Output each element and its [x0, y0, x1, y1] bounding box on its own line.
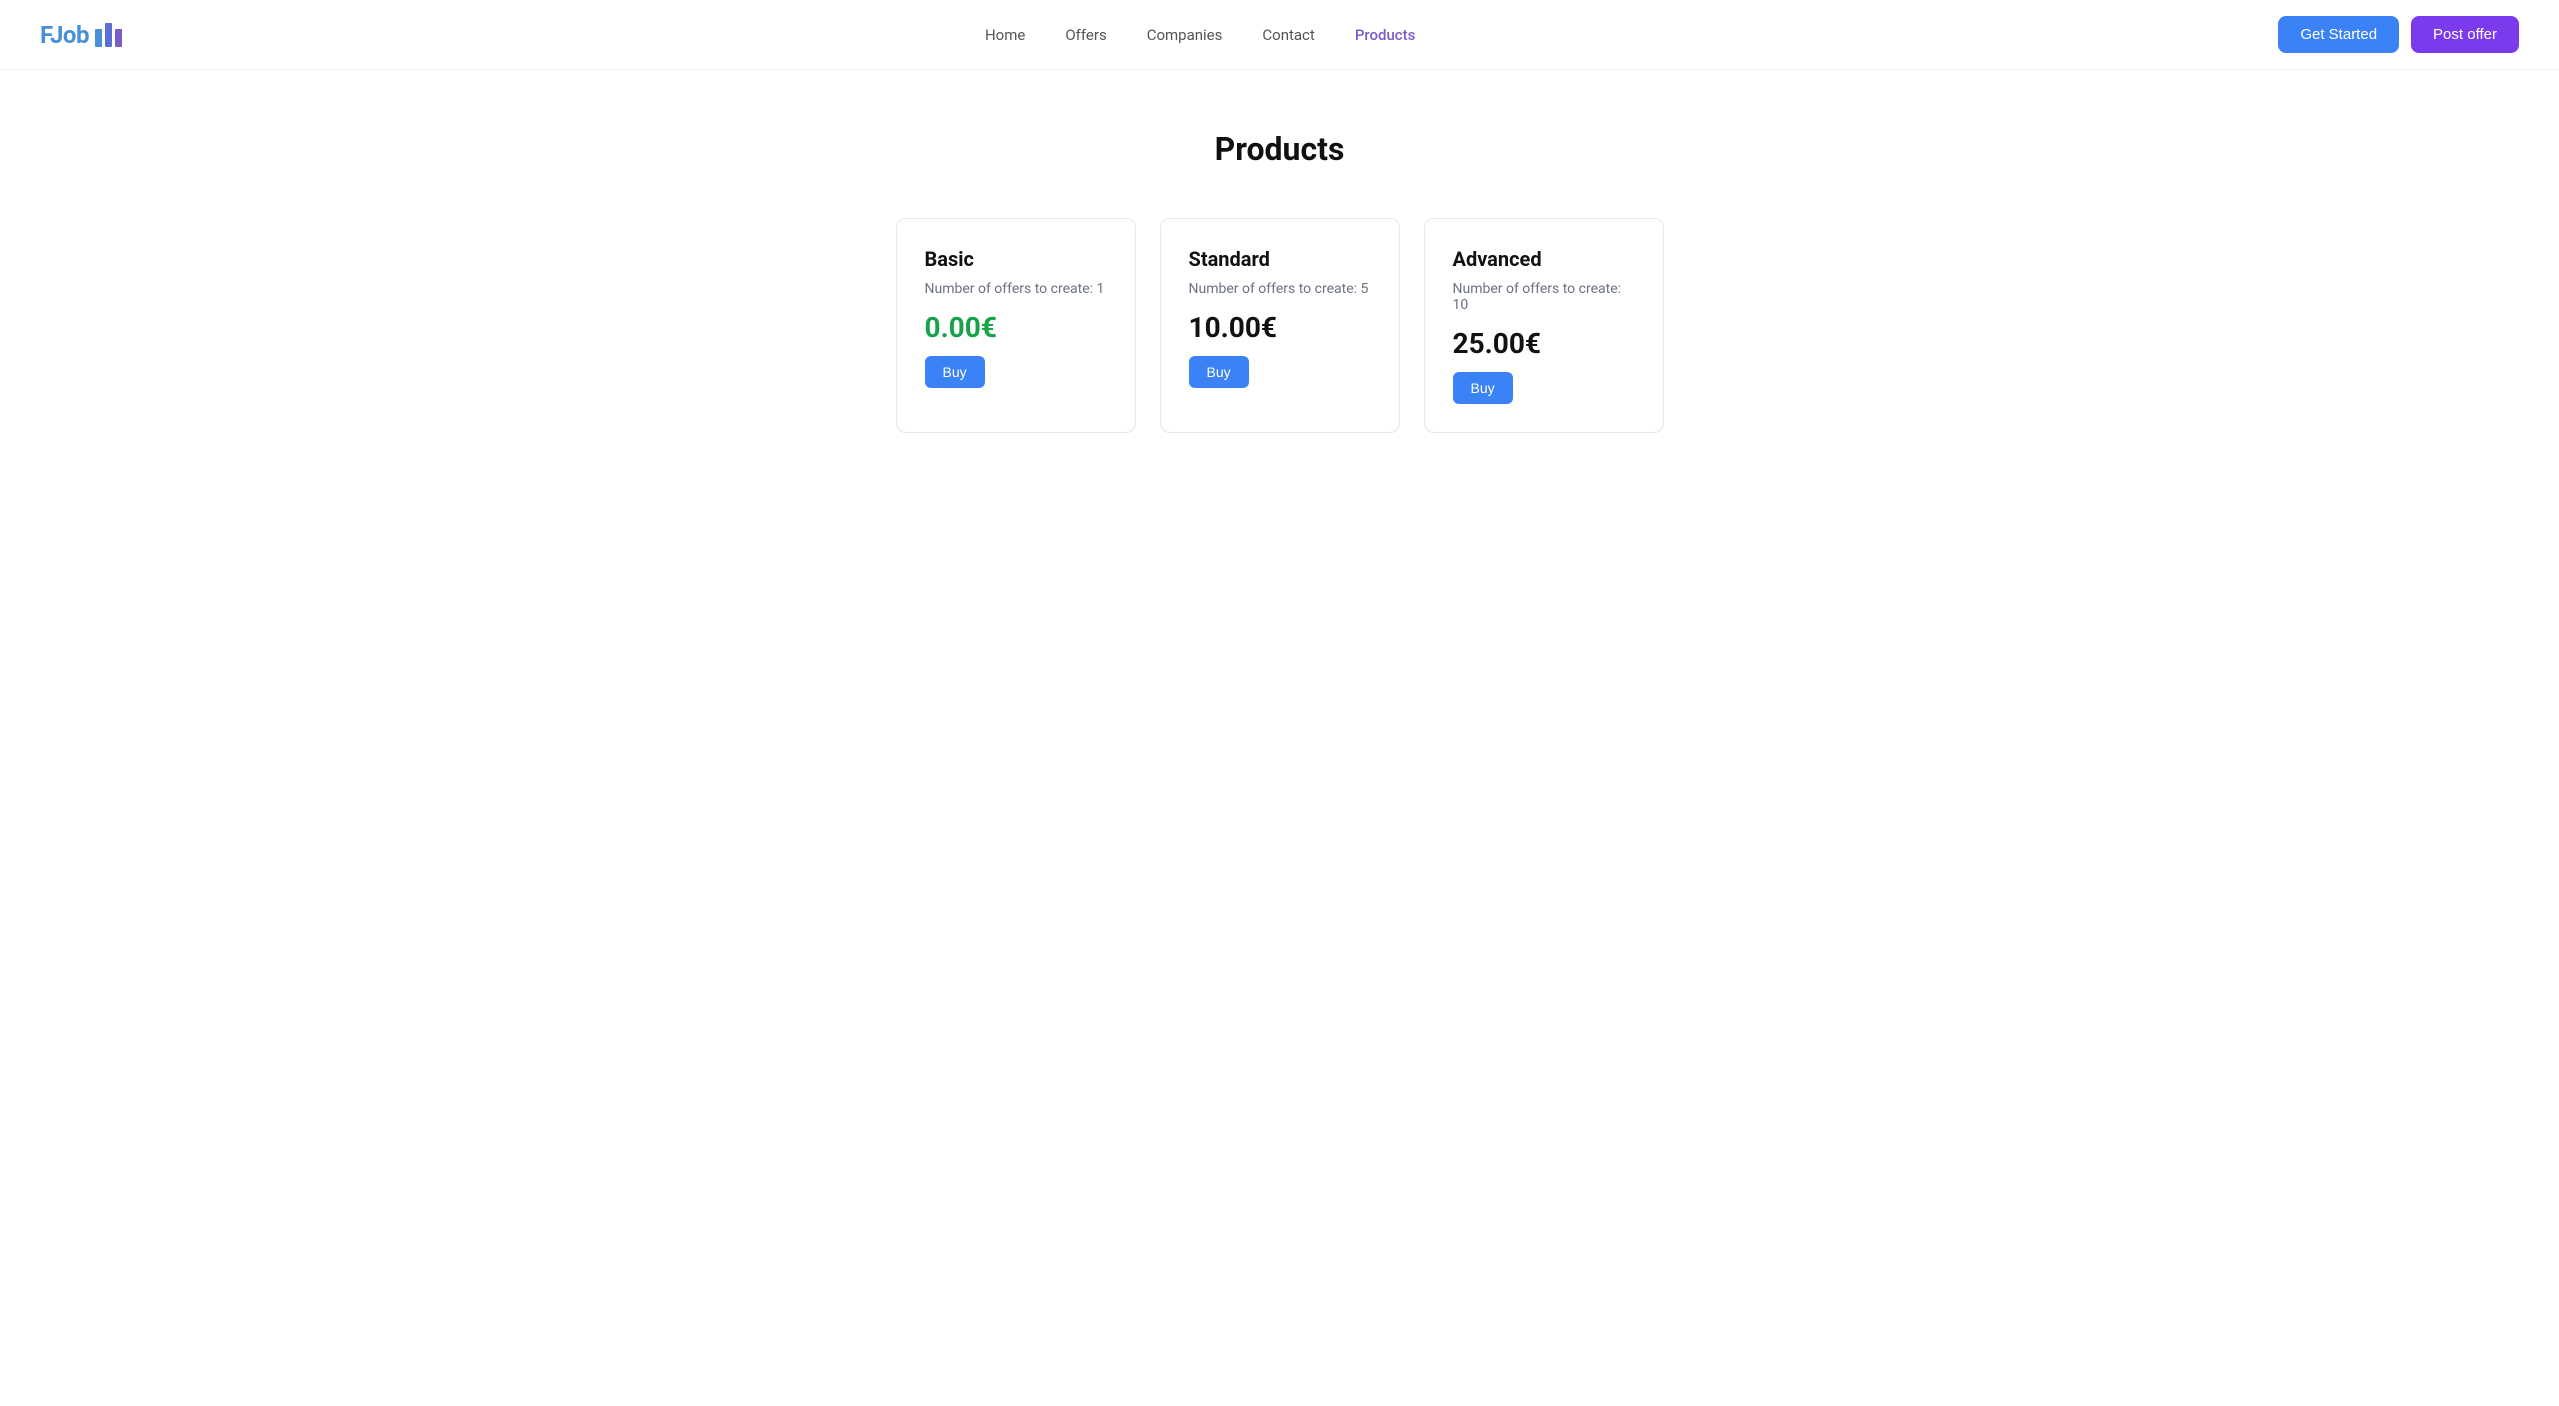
- buy-button-advanced[interactable]: Buy: [1453, 372, 1513, 404]
- product-name-basic: Basic: [925, 247, 1107, 271]
- logo-text: FJob: [40, 21, 89, 49]
- nav-item-home[interactable]: Home: [985, 26, 1025, 44]
- buy-button-standard[interactable]: Buy: [1189, 356, 1249, 388]
- nav-item-offers[interactable]: Offers: [1065, 26, 1106, 44]
- nav-item-contact[interactable]: Contact: [1262, 26, 1314, 44]
- main-content: Products Basic Number of offers to create…: [0, 70, 2559, 493]
- product-offers-label-advanced: Number of offers to create: 10: [1453, 281, 1635, 313]
- product-card-standard: Standard Number of offers to create: 5 10.…: [1160, 218, 1400, 433]
- post-offer-button[interactable]: Post offer: [2411, 16, 2519, 53]
- logo-bar-1: [95, 29, 102, 47]
- product-card-advanced: Advanced Number of offers to create: 10 25…: [1424, 218, 1664, 433]
- get-started-button[interactable]: Get Started: [2278, 16, 2399, 53]
- product-name-standard: Standard: [1189, 247, 1371, 271]
- product-price-basic: 0.00€: [925, 311, 1107, 344]
- nav-item-products[interactable]: Products: [1355, 26, 1416, 44]
- buy-button-basic[interactable]: Buy: [925, 356, 985, 388]
- product-card-basic: Basic Number of offers to create: 1 0.00€ B…: [896, 218, 1136, 433]
- products-grid: Basic Number of offers to create: 1 0.00€ B…: [830, 218, 1730, 433]
- logo-bar-3: [115, 29, 122, 47]
- page-title: Products: [40, 130, 2519, 168]
- logo-bars-icon: [95, 23, 122, 47]
- product-price-advanced: 25.00€: [1453, 327, 1635, 360]
- product-offers-label-basic: Number of offers to create: 1: [925, 281, 1107, 297]
- logo-bar-2: [105, 23, 112, 47]
- header-buttons: Get Started Post offer: [2278, 16, 2519, 53]
- product-offers-label-standard: Number of offers to create: 5: [1189, 281, 1371, 297]
- header: FJob HomeOffersCompaniesContactProducts …: [0, 0, 2559, 70]
- product-name-advanced: Advanced: [1453, 247, 1635, 271]
- product-price-standard: 10.00€: [1189, 311, 1371, 344]
- main-nav: Home Offers Companies Contact Products: [985, 26, 1415, 44]
- logo[interactable]: FJob: [40, 21, 122, 49]
- nav-item-companies[interactable]: Companies: [1147, 26, 1223, 44]
